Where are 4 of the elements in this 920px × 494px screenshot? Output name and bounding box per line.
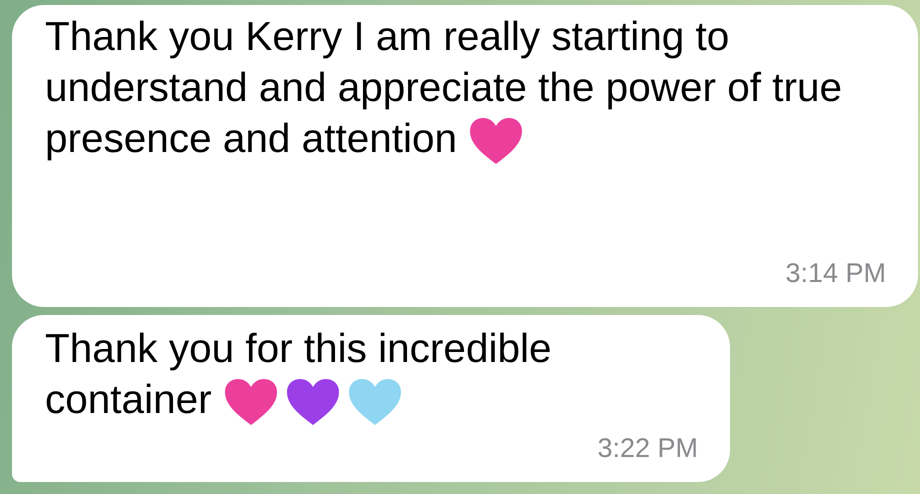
message-text: Thank you Kerry I am really starting to understand and appreciate the power of true presence and attention xyxy=(45,13,842,161)
message-text: Thank you for this incredible container xyxy=(45,325,552,422)
message-time: 3:22 PM xyxy=(597,433,698,464)
message-time: 3:14 PM xyxy=(785,258,886,289)
